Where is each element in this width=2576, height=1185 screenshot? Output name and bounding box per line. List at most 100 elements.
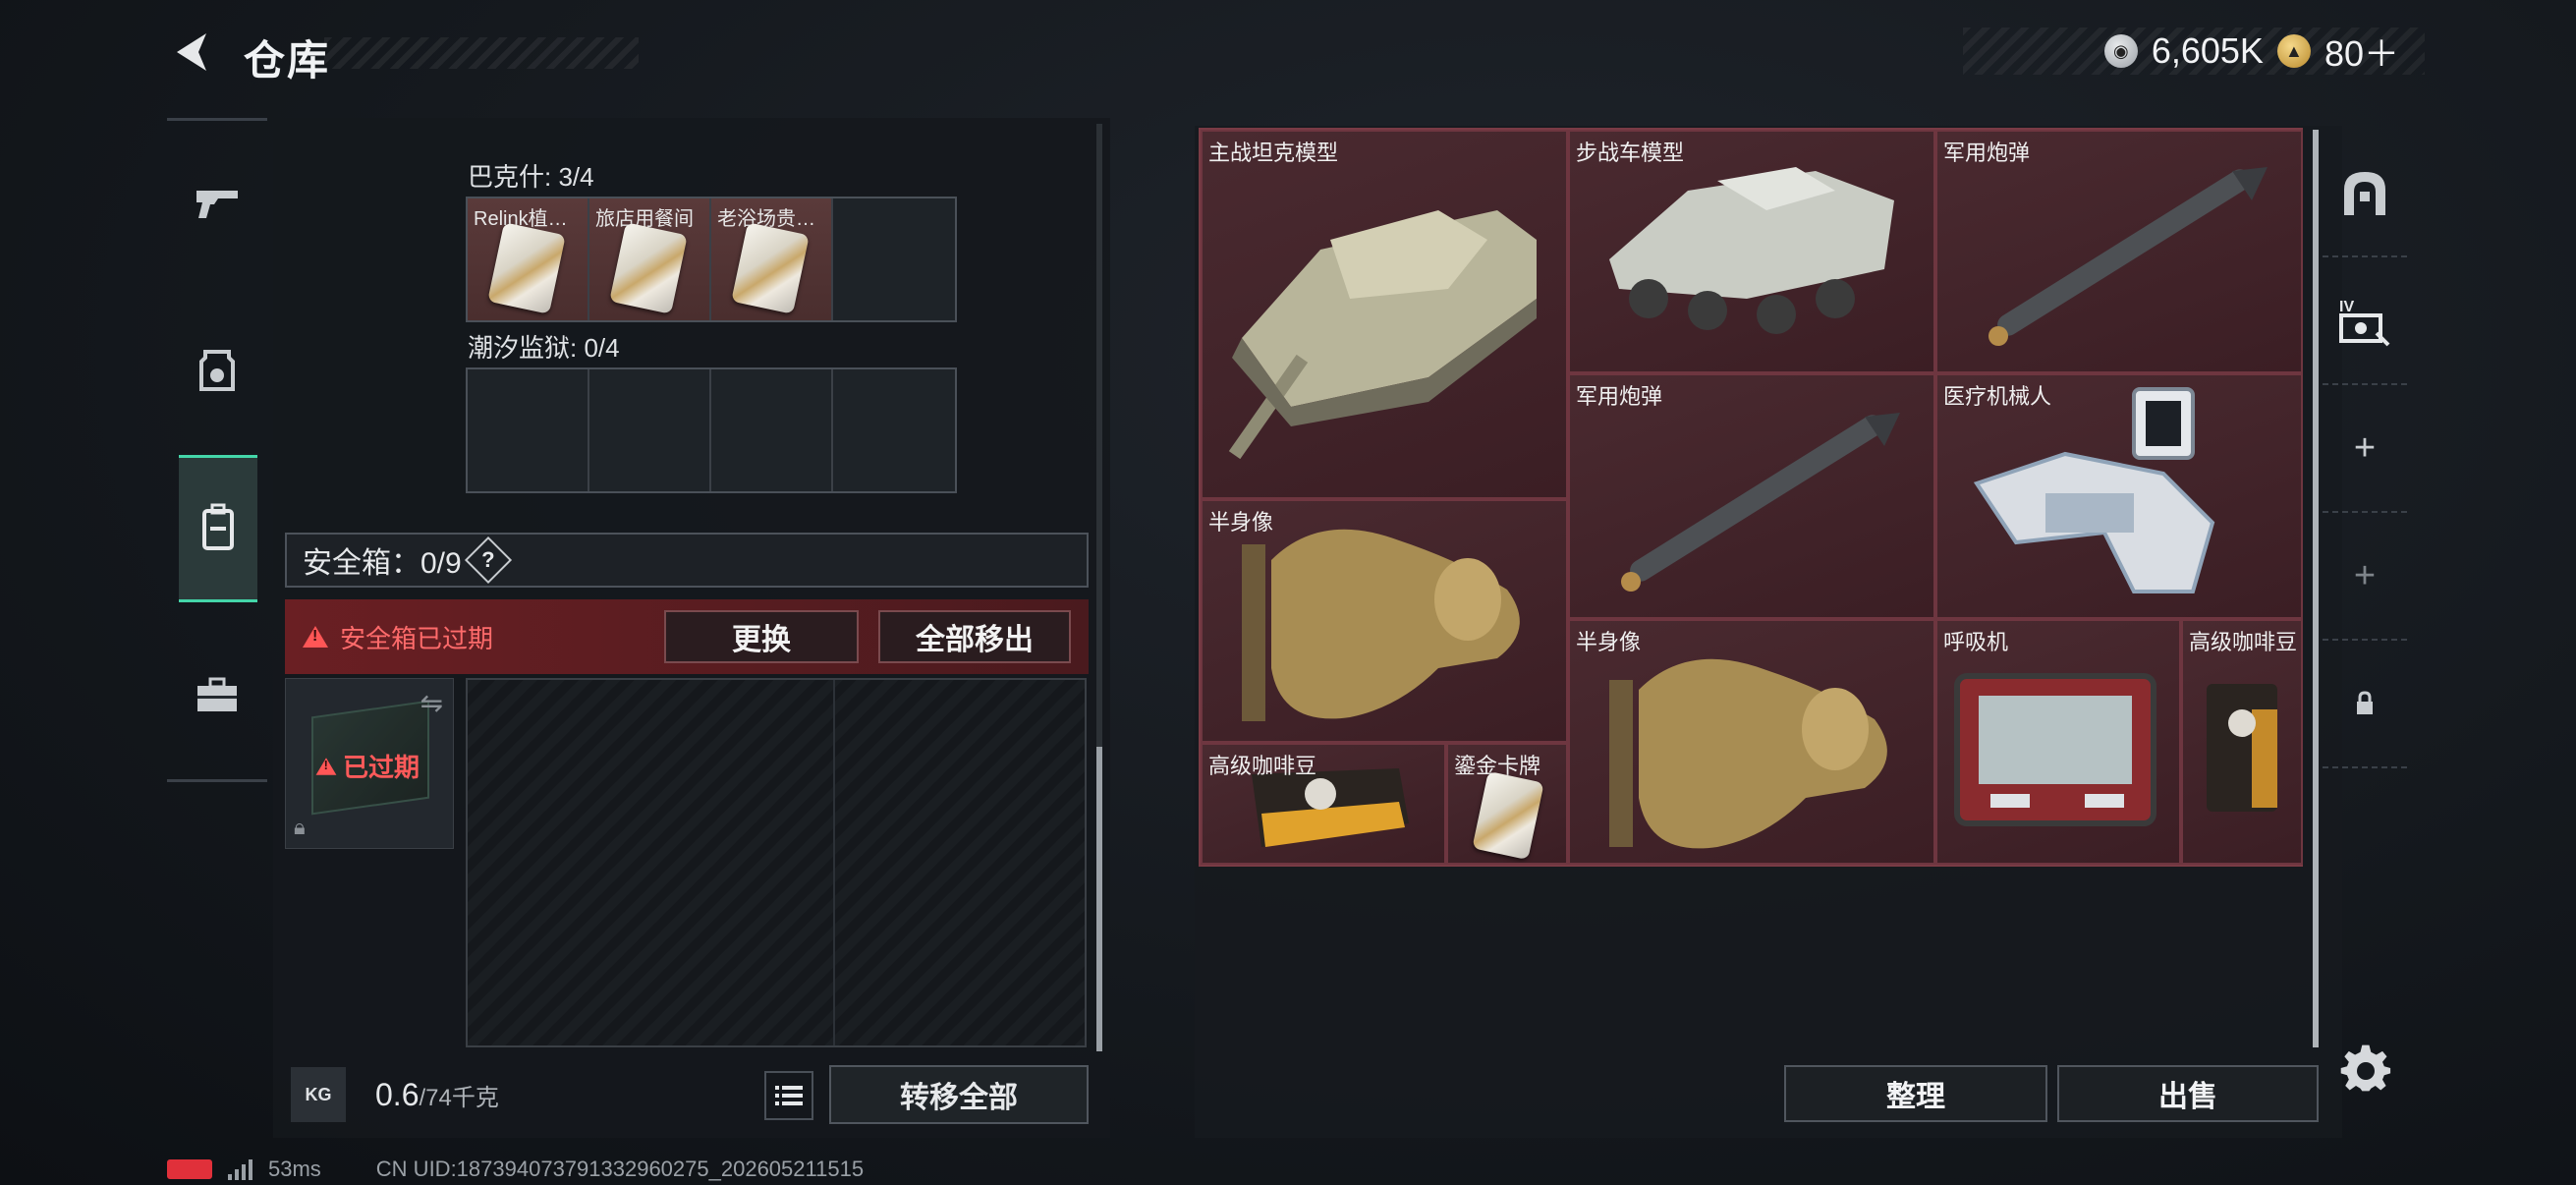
category-weapons[interactable] [167,129,267,276]
stash-items-grid: 主战坦克模型 步战车模型 军用炮弹 军用炮弹 医疗机械人 半身像 半身像 呼吸机… [1199,128,2303,867]
card-item-image [731,222,810,314]
stash-item-gilded-card[interactable]: 鎏金卡牌 [1446,743,1568,865]
backpack-icon [202,503,234,550]
collection-label-tidal-prison: 潮汐监狱: 0/4 [468,333,620,363]
item-name: 半身像 [1576,630,1642,654]
item-name: 呼吸机 [1943,630,2009,654]
stash-item-bust[interactable]: 半身像 [1201,499,1568,743]
back-button[interactable] [167,28,216,77]
stash-tab-warehouse[interactable] [2323,130,2407,257]
stash-item-medical-robot[interactable]: 医疗机械人 [1935,373,2303,619]
gilded-card-image [1472,770,1544,861]
sell-button[interactable]: 出售 [2057,1065,2319,1122]
gold-currency-value[interactable]: 80＋ [2324,26,2399,77]
arch-icon [2344,172,2385,215]
helmet-icon [199,350,235,391]
help-icon: ? [480,546,495,572]
add-storage-button[interactable]: + [2323,513,2407,641]
stash-tool-sidebar: IV + + [2323,128,2407,768]
collection-slots-bakesh: Relink植… 旅店用餐间 老浴场贵… [466,197,957,322]
bust-image [1242,529,1520,721]
stash-item-ventilator[interactable]: 呼吸机 [1935,619,2181,865]
iv-scanner-icon: IV [2339,299,2390,347]
toolbox-icon [197,677,237,711]
sort-button[interactable]: 整理 [1784,1065,2047,1122]
stash-item-artillery-shell[interactable]: 军用炮弹 [1935,130,2303,373]
missile-image [1988,167,2268,346]
category-tools[interactable] [167,622,267,769]
category-gear[interactable] [167,296,267,443]
collection-slot[interactable]: 老浴场贵… [711,198,833,320]
help-button[interactable]: ? [464,536,512,585]
missile-image [1621,413,1900,592]
remove-all-button[interactable]: 全部移出 [878,610,1071,663]
bust-image [1609,658,1887,849]
warning-icon [303,626,328,648]
plus-icon: + [2353,554,2377,596]
slot-item-name: Relink植… [474,208,568,230]
weight-icon: KG [291,1067,346,1122]
ifv-model-image [1609,167,1894,334]
page-title: 仓库 [244,37,331,84]
stash-item-artillery-shell[interactable]: 军用炮弹 [1568,373,1935,619]
pistol-icon [196,191,238,218]
item-name: 步战车模型 [1576,141,1685,165]
stash-item-tank-model[interactable]: 主战坦克模型 [1201,130,1568,499]
list-view-button[interactable] [764,1071,813,1120]
stash-scrollbar[interactable] [2313,130,2319,1047]
collection-slot-empty[interactable] [833,198,955,320]
silver-coin-icon: ◉ [2103,34,2138,68]
item-name: 高级咖啡豆 [1208,754,1317,778]
transfer-all-button[interactable]: 转移全部 [829,1065,1089,1124]
item-name: 主战坦克模型 [1208,141,1339,165]
stash-item-premium-coffee-beans[interactable]: 高级咖啡豆 [2181,619,2303,865]
safe-box-expired-banner: 安全箱已过期 更换 全部移出 [285,599,1089,674]
collection-slot-empty[interactable] [589,369,711,491]
ventilator-image [1954,673,2156,826]
grid-divider [833,680,835,1045]
user-uid: CN UID:187394073791332960275_20260521151… [375,1157,865,1181]
ping-readout: 53ms [268,1157,321,1181]
expired-notice: 安全箱已过期 [340,623,494,653]
battery-icon [167,1159,212,1179]
collection-slot[interactable]: Relink植… [468,198,589,320]
medical-robot-image [1973,387,2215,593]
category-sidebar [167,118,267,782]
safe-box-case[interactable]: ⇋ 已过期 🔒︎ [285,678,454,849]
weight-capacity: /74千克 [419,1085,499,1111]
stash-item-ifv-model[interactable]: 步战车模型 [1568,130,1935,373]
swap-icon[interactable]: ⇋ [420,687,443,719]
weight-icon-label: KG [305,1084,332,1104]
replace-button[interactable]: 更换 [664,610,859,663]
add-storage-button[interactable]: + [2323,385,2407,513]
collection-slot-empty[interactable] [711,369,833,491]
settings-button[interactable] [2338,1042,2393,1097]
card-item-image [609,222,688,314]
coffee-bag-image [2207,684,2277,812]
svg-text:IV: IV [2339,299,2354,315]
silver-currency-value: 6,605K [2151,30,2264,71]
lock-icon: 🔒︎ [294,815,306,839]
collection-slot[interactable]: 旅店用餐间 [589,198,711,320]
list-icon [775,1086,803,1105]
collection-slot-empty[interactable] [833,369,955,491]
lock-icon [2357,691,2373,714]
stash-tab-iv-storage[interactable]: IV [2323,257,2407,385]
item-name: 高级咖啡豆 [2189,630,2298,654]
item-name: 军用炮弹 [1576,384,1663,409]
stash-item-premium-coffee-beans[interactable]: 高级咖啡豆 [1201,743,1446,865]
weight-current: 0.6 [375,1077,420,1112]
title-decoration [324,37,639,69]
collection-slot-empty[interactable] [468,369,589,491]
backpack-scroll-thumb[interactable] [1096,747,1102,1051]
currency-bar: ◉ 6,605K ▲ 80＋ [1963,28,2425,75]
warning-icon [315,757,337,775]
case-expired-label: 已过期 [343,753,420,782]
slot-item-name: 老浴场贵… [717,208,815,230]
card-item-image [487,222,566,314]
stash-item-bust[interactable]: 半身像 [1568,619,1935,865]
safe-box-storage-grid[interactable] [466,678,1087,1047]
locked-storage-slot[interactable] [2323,641,2407,768]
slot-item-name: 旅店用餐间 [595,208,694,230]
category-backpack[interactable] [179,455,257,602]
